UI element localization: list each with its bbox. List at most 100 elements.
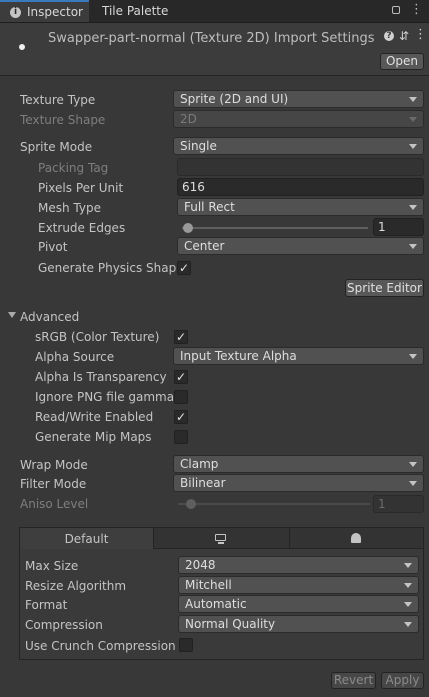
asset-title: Swapper-part-normal (Texture 2D) Import …: [48, 31, 375, 46]
apply-button[interactable]: Apply: [381, 672, 424, 689]
packing-tag-label: Packing Tag: [38, 161, 109, 175]
alpha-is-transparency-label: Alpha Is Transparency: [35, 370, 167, 384]
chevron-down-icon: [404, 583, 412, 588]
wrap-mode-value: Clamp: [180, 457, 219, 471]
alpha-source-value: Input Texture Alpha: [180, 349, 297, 363]
compression-label: Compression: [25, 618, 103, 632]
checkmark-icon: ✓: [178, 261, 190, 275]
extrude-edges-slider-thumb[interactable]: [183, 223, 193, 233]
platform-tab-standalone[interactable]: [154, 527, 290, 549]
generate-physics-shape-checkbox[interactable]: ✓: [177, 261, 191, 275]
aniso-level-slider-thumb: [186, 499, 196, 509]
texture-shape-label: Texture Shape: [20, 113, 106, 127]
chevron-down-icon: [404, 622, 412, 627]
chevron-down-icon: [409, 354, 417, 359]
tab-inspector-label: Inspector: [27, 5, 83, 19]
mesh-type-value: Full Rect: [184, 200, 235, 214]
format-label: Format: [25, 598, 68, 612]
more-menu-icon[interactable]: ⋮: [410, 2, 423, 18]
alpha-is-transparency-checkbox[interactable]: ✓: [174, 370, 188, 384]
chevron-down-icon: [404, 602, 412, 607]
resize-algorithm-label: Resize Algorithm: [25, 579, 127, 593]
texture-shape-dropdown: 2D: [173, 110, 424, 128]
pivot-dropdown[interactable]: Center: [177, 237, 424, 255]
tab-inspector[interactable]: i Inspector: [0, 0, 89, 22]
pixels-per-unit-field[interactable]: 616: [177, 178, 424, 196]
read-write-checkbox[interactable]: ✓: [174, 410, 188, 424]
open-button[interactable]: Open: [380, 53, 424, 70]
ignore-png-gamma-checkbox[interactable]: [174, 390, 188, 404]
alpha-source-dropdown[interactable]: Input Texture Alpha: [173, 347, 424, 365]
use-crunch-compression-checkbox[interactable]: [179, 638, 193, 652]
android-icon: [351, 533, 361, 543]
help-icon[interactable]: ?: [384, 31, 394, 41]
monitor-stand: [218, 542, 224, 544]
mesh-type-label: Mesh Type: [38, 201, 101, 215]
chevron-down-icon: [409, 462, 417, 467]
platform-tab-default[interactable]: Default: [19, 527, 154, 549]
revert-button[interactable]: Revert: [331, 672, 376, 689]
lock-icon[interactable]: [392, 6, 400, 14]
sprite-mode-dropdown[interactable]: Single: [173, 137, 424, 155]
format-dropdown[interactable]: Automatic: [178, 595, 419, 613]
wrap-mode-dropdown[interactable]: Clamp: [173, 455, 424, 473]
packing-tag-field: [177, 158, 424, 176]
max-size-label: Max Size: [25, 559, 79, 573]
aniso-level-label: Aniso Level: [20, 497, 89, 511]
extrude-edges-label: Extrude Edges: [38, 221, 126, 235]
checkmark-icon: ✓: [175, 370, 187, 384]
info-icon: i: [10, 7, 21, 18]
tab-tile-palette[interactable]: Tile Palette: [102, 0, 168, 22]
sprite-mode-label: Sprite Mode: [20, 140, 93, 154]
generate-mip-maps-checkbox[interactable]: [174, 430, 188, 444]
tab-tile-palette-label: Tile Palette: [102, 4, 169, 18]
resize-algorithm-dropdown[interactable]: Mitchell: [178, 576, 419, 594]
ignore-png-gamma-label: Ignore PNG file gamma: [35, 390, 175, 404]
texture-preview-icon: [19, 44, 25, 50]
use-crunch-compression-label: Use Crunch Compression: [25, 639, 176, 653]
texture-type-dropdown[interactable]: Sprite (2D and UI): [173, 90, 424, 108]
monitor-icon: [215, 534, 226, 541]
filter-mode-dropdown[interactable]: Bilinear: [173, 474, 424, 492]
read-write-label: Read/Write Enabled: [35, 410, 154, 424]
extrude-edges-field[interactable]: 1: [373, 218, 424, 236]
foldout-arrow-icon[interactable]: [8, 312, 16, 318]
compression-value: Normal Quality: [185, 617, 276, 631]
texture-shape-value: 2D: [180, 112, 197, 126]
chevron-down-icon: [409, 97, 417, 102]
pivot-value: Center: [184, 239, 225, 253]
sprite-mode-value: Single: [180, 139, 217, 153]
generate-physics-shape-label: Generate Physics Shape: [38, 261, 184, 275]
max-size-dropdown[interactable]: 2048: [178, 556, 419, 574]
wrap-mode-label: Wrap Mode: [20, 458, 88, 472]
format-value: Automatic: [185, 597, 247, 611]
max-size-value: 2048: [185, 558, 216, 572]
checkmark-icon: ✓: [175, 330, 187, 344]
chevron-down-icon: [409, 244, 417, 249]
srgb-label: sRGB (Color Texture): [35, 330, 160, 344]
aniso-level-field: 1: [373, 495, 424, 513]
chevron-down-icon: [409, 205, 417, 210]
chevron-down-icon: [409, 144, 417, 149]
checkmark-icon: ✓: [175, 410, 187, 424]
texture-type-value: Sprite (2D and UI): [180, 92, 289, 106]
presets-icon[interactable]: ⇵: [399, 29, 409, 43]
filter-mode-value: Bilinear: [180, 476, 226, 490]
generate-mip-maps-label: Generate Mip Maps: [35, 430, 152, 444]
compression-dropdown[interactable]: Normal Quality: [178, 615, 419, 633]
pivot-label: Pivot: [38, 240, 68, 254]
context-menu-icon[interactable]: ⋮: [414, 27, 427, 42]
platform-tab-android[interactable]: [290, 527, 424, 549]
aniso-level-slider-track: [178, 503, 370, 505]
texture-type-label: Texture Type: [20, 93, 96, 107]
sprite-editor-button[interactable]: Sprite Editor: [345, 279, 424, 297]
advanced-foldout-label[interactable]: Advanced: [20, 310, 79, 324]
resize-algorithm-value: Mitchell: [185, 578, 232, 592]
chevron-down-icon: [404, 563, 412, 568]
extrude-edges-slider-track[interactable]: [182, 227, 368, 229]
srgb-checkbox[interactable]: ✓: [174, 330, 188, 344]
mesh-type-dropdown[interactable]: Full Rect: [177, 198, 424, 216]
filter-mode-label: Filter Mode: [20, 477, 87, 491]
chevron-down-icon: [409, 481, 417, 486]
pixels-per-unit-label: Pixels Per Unit: [38, 181, 124, 195]
